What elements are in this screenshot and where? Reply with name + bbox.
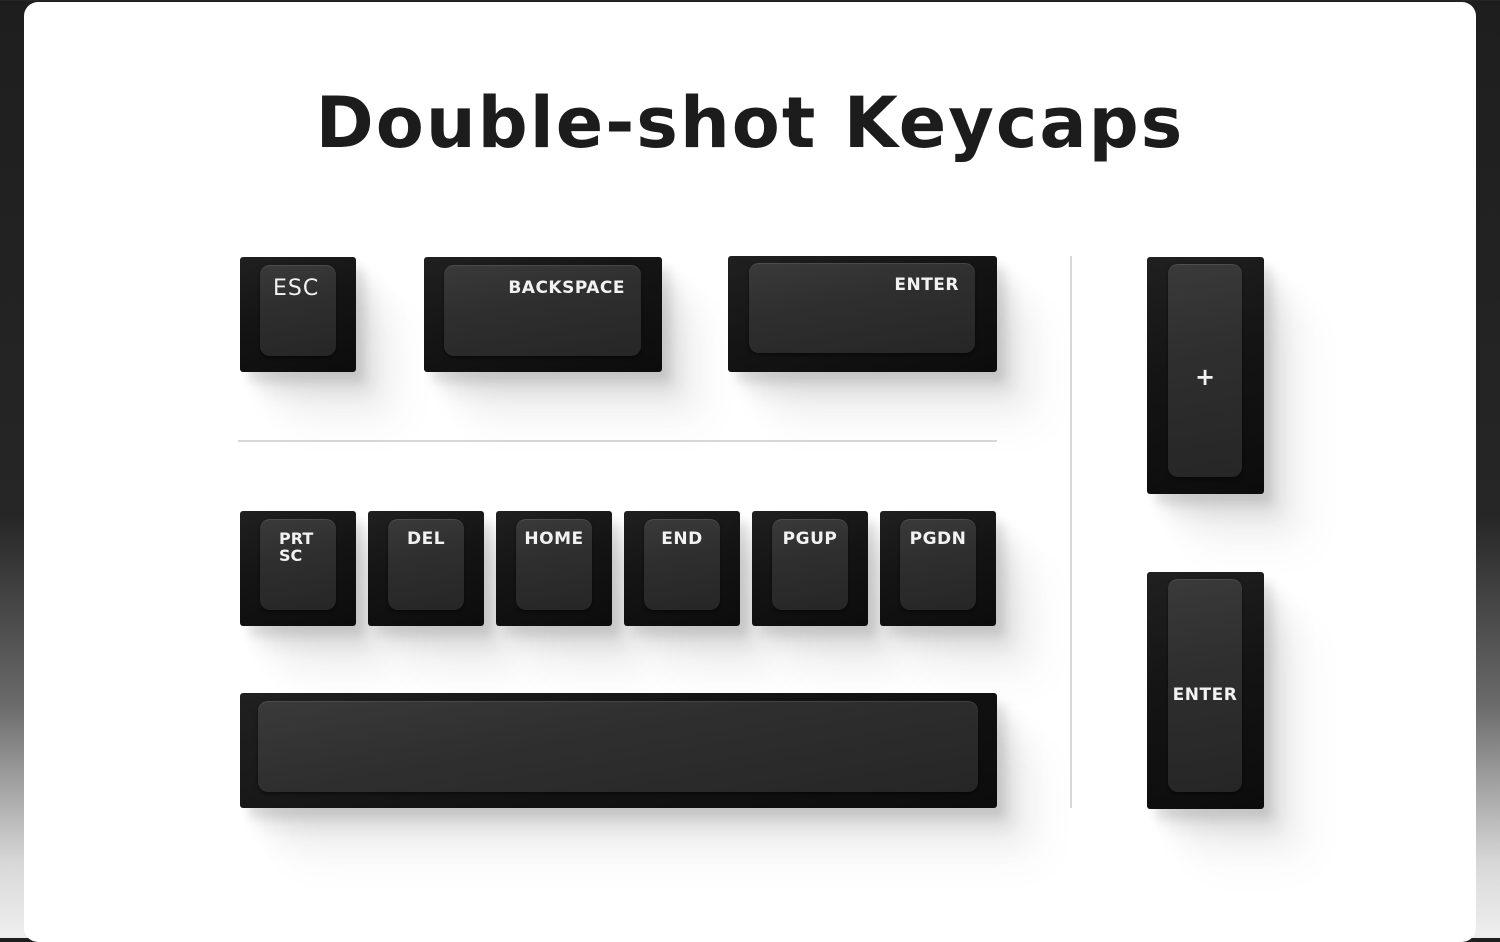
keycap-home-legend: HOME <box>524 529 584 549</box>
vertical-divider <box>1070 256 1072 808</box>
horizontal-divider <box>238 440 997 442</box>
keycap-prtsc-top: PRT SC <box>260 519 336 610</box>
keycap-del-top: DEL <box>388 519 464 610</box>
keycap-pgup: PGUP <box>752 511 868 626</box>
keycap-enter: ENTER <box>728 256 997 372</box>
keycap-backspace: BACKSPACE <box>424 257 662 372</box>
keycap-pgup-top: PGUP <box>772 519 848 610</box>
keycap-del-legend: DEL <box>406 529 446 549</box>
keycap-backspace-top: BACKSPACE <box>444 265 641 356</box>
keycap-numpad-enter-top: ENTER <box>1168 579 1242 792</box>
keycap-pgdn-top: PGDN <box>900 519 976 610</box>
page-title: Double-shot Keycaps <box>315 82 1185 164</box>
keycap-numpad-enter: ENTER <box>1147 572 1264 809</box>
keycap-enter-legend: ENTER <box>894 275 959 295</box>
keycap-esc-top: ESC <box>260 265 336 356</box>
keycap-prtsc-legend: PRT SC <box>279 530 313 564</box>
keycap-home: HOME <box>496 511 612 626</box>
keycap-del: DEL <box>368 511 484 626</box>
keycap-numpad-plus: + <box>1147 257 1264 494</box>
keycap-esc-legend: ESC <box>273 276 320 301</box>
keycap-backspace-legend: BACKSPACE <box>508 278 625 298</box>
keycap-enter-top: ENTER <box>749 263 975 353</box>
keycap-spacebar <box>240 693 997 808</box>
keycap-end-legend: END <box>661 529 703 549</box>
keycap-esc: ESC <box>240 257 356 372</box>
keycap-prtsc-line2: SC <box>279 546 303 565</box>
keycap-numpad-plus-top: + <box>1168 264 1242 477</box>
keycap-end-top: END <box>644 519 720 610</box>
keycap-spacebar-top <box>258 701 978 792</box>
keycap-pgup-legend: PGUP <box>782 529 838 549</box>
keycap-pgdn-legend: PGDN <box>909 529 967 549</box>
keycap-pgdn: PGDN <box>880 511 996 626</box>
keycap-prtsc: PRT SC <box>240 511 356 626</box>
keycap-numpad-enter-legend: ENTER <box>1172 685 1238 705</box>
keycap-end: END <box>624 511 740 626</box>
keycap-numpad-plus-legend: + <box>1194 363 1216 391</box>
keycap-home-top: HOME <box>516 519 592 610</box>
